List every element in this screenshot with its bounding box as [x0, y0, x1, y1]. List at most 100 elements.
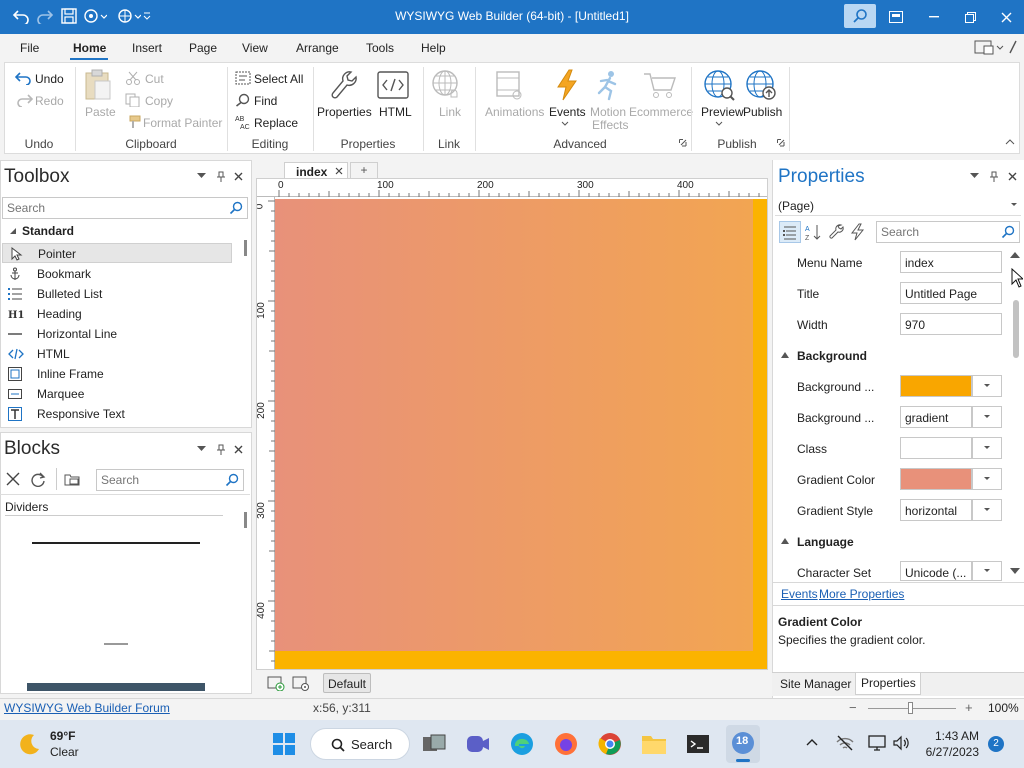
preview-button[interactable]: Preview [701, 105, 744, 119]
tab-site-manager[interactable]: Site Manager [780, 677, 851, 691]
weather-description[interactable]: Clear [50, 745, 79, 759]
edge-browser-icon[interactable] [508, 730, 536, 758]
chevron-down-icon[interactable] [970, 173, 979, 179]
tool-bookmark[interactable]: Bookmark [2, 264, 232, 284]
divider-block-preview-3[interactable] [27, 683, 205, 691]
close-icon[interactable] [335, 167, 343, 175]
delete-block-icon[interactable] [6, 472, 20, 486]
prop-background-type-value[interactable]: gradient [900, 406, 972, 428]
prop-character-set-value[interactable]: Unicode (... [900, 561, 972, 581]
close-icon[interactable] [234, 445, 243, 454]
prop-gradient-style-value[interactable]: horizontal [900, 499, 972, 521]
default-breakpoint-button[interactable]: Default [323, 673, 371, 693]
terminal-icon[interactable] [684, 730, 712, 758]
zoom-out-button[interactable]: − [849, 700, 857, 715]
chevron-down-icon[interactable] [972, 375, 1002, 397]
animations-button[interactable]: Animations [485, 105, 544, 119]
restore-icon[interactable] [952, 0, 988, 34]
cut-button[interactable]: Cut [145, 72, 164, 86]
design-canvas[interactable]: 0 100 200 300 400 0 100 200 300 400 [256, 178, 768, 670]
chevron-up-icon[interactable] [806, 738, 818, 746]
prop-class-value[interactable] [900, 437, 972, 459]
select-all-button[interactable]: Select All [254, 72, 303, 86]
minimize-icon[interactable] [916, 0, 952, 34]
ribbon-display-icon[interactable] [878, 0, 914, 34]
motion-effects-button[interactable]: Motion [590, 105, 626, 119]
prop-width-value[interactable]: 970 [900, 313, 1002, 335]
close-icon[interactable] [1008, 172, 1017, 181]
monitor-icon[interactable] [868, 734, 886, 752]
paste-button[interactable]: Paste [85, 105, 116, 119]
blocks-search-input[interactable] [97, 470, 243, 490]
properties-search[interactable] [876, 221, 1020, 243]
undo-button[interactable]: Undo [35, 72, 64, 86]
search-icon[interactable] [1001, 225, 1015, 239]
volume-icon[interactable] [892, 734, 910, 752]
categorized-view-icon[interactable] [779, 221, 801, 243]
page-background[interactable] [275, 199, 767, 669]
chevron-down-icon[interactable] [972, 406, 1002, 428]
wysiwyg-app-taskbar-button[interactable]: 18 [726, 725, 760, 763]
scroll-down-icon[interactable] [1010, 568, 1020, 574]
dialog-launcher-icon[interactable] [679, 139, 687, 147]
menu-arrange[interactable]: Arrange [296, 41, 339, 55]
toolbox-search-input[interactable] [3, 198, 247, 218]
menu-file[interactable]: File [20, 41, 39, 55]
tool-heading[interactable]: H1 Heading [2, 304, 232, 324]
prop-category-background[interactable]: Background [797, 349, 867, 363]
properties-button[interactable]: Properties [317, 105, 372, 119]
prop-menu-name-value[interactable]: index [900, 251, 1002, 273]
menu-insert[interactable]: Insert [132, 41, 162, 55]
firefox-icon[interactable] [552, 730, 580, 758]
tool-bulleted-list[interactable]: Bulleted List [2, 284, 232, 304]
wrench-icon[interactable] [828, 223, 846, 241]
scroll-up-icon[interactable] [1010, 252, 1020, 258]
windows-start-icon[interactable] [270, 730, 298, 758]
divider-block-preview-2[interactable] [104, 643, 128, 645]
toolbox-scrollbar[interactable] [244, 240, 247, 256]
weather-temperature[interactable]: 69°F [50, 729, 75, 743]
alphabetical-sort-icon[interactable]: AZ [805, 223, 823, 241]
forum-link[interactable]: WYSIWYG Web Builder Forum [4, 701, 170, 715]
chrome-icon[interactable] [596, 730, 624, 758]
file-explorer-icon[interactable] [640, 730, 668, 758]
redo-button[interactable]: Redo [35, 94, 64, 108]
chevron-down-icon[interactable] [972, 499, 1002, 521]
search-icon[interactable] [225, 473, 239, 487]
menu-help[interactable]: Help [421, 41, 446, 55]
prop-title-value[interactable]: Untitled Page [900, 282, 1002, 304]
properties-scrollbar-thumb[interactable] [1013, 300, 1019, 358]
search-icon[interactable] [229, 201, 243, 215]
refresh-icon[interactable] [30, 471, 46, 487]
add-page-icon[interactable] [267, 675, 285, 691]
collapse-triangle-icon[interactable] [781, 538, 789, 544]
prop-gradient-color-swatch[interactable] [900, 468, 972, 490]
menu-view[interactable]: View [242, 41, 268, 55]
tool-inline-frame[interactable]: Inline Frame [2, 364, 232, 384]
close-icon[interactable] [988, 0, 1024, 34]
menu-tools[interactable]: Tools [366, 41, 394, 55]
blocks-category[interactable]: Dividers [5, 500, 48, 514]
blocks-scrollbar[interactable] [244, 512, 247, 528]
folder-icon[interactable] [64, 472, 80, 486]
window-layout-icon[interactable] [974, 39, 1018, 55]
toolbox-search[interactable] [2, 197, 248, 219]
pin-icon[interactable] [216, 444, 226, 455]
blocks-search[interactable] [96, 469, 244, 491]
page-settings-icon[interactable] [292, 675, 310, 691]
collapse-ribbon-icon[interactable] [1005, 139, 1015, 145]
events-lightning-icon[interactable] [850, 223, 866, 241]
chevron-down-icon[interactable] [972, 437, 1002, 459]
task-view-icon[interactable] [420, 730, 448, 758]
pin-icon[interactable] [216, 171, 226, 182]
collapse-triangle-icon[interactable] [781, 352, 789, 358]
menu-page[interactable]: Page [189, 41, 217, 55]
chevron-down-icon[interactable] [972, 561, 1002, 581]
object-selector[interactable]: (Page) [775, 196, 1021, 216]
ecommerce-button[interactable]: Ecommerce [629, 105, 693, 119]
tool-html[interactable]: HTML [2, 344, 232, 364]
replace-button[interactable]: Replace [254, 116, 298, 130]
clock-time[interactable]: 1:43 AM [925, 729, 979, 743]
taskbar-search[interactable]: Search [310, 728, 410, 760]
tool-pointer[interactable]: Pointer [2, 243, 232, 263]
